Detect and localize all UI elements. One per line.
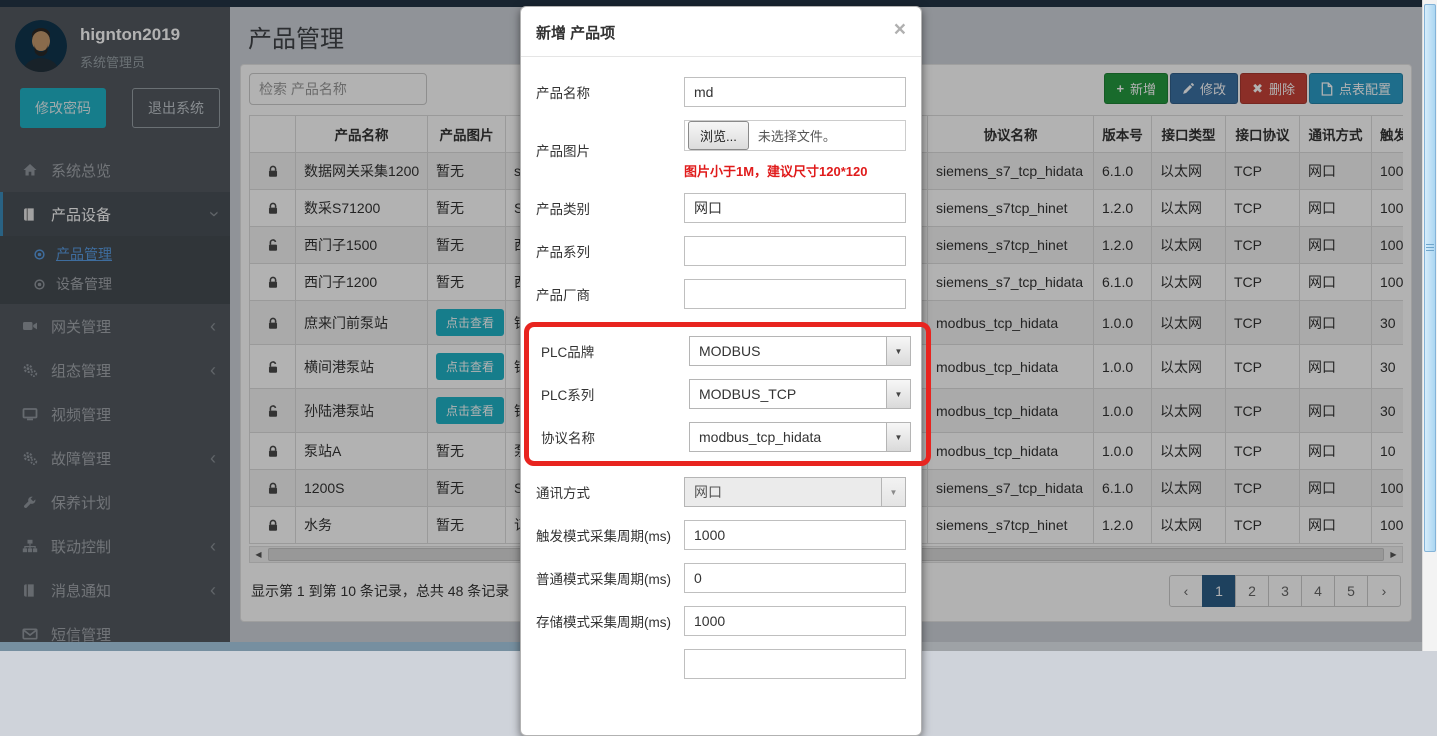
normal-period-label: 普通模式采集周期(ms)	[536, 568, 684, 588]
caret-down-icon[interactable]: ▼	[886, 337, 910, 365]
product-category-label: 产品类别	[536, 198, 684, 218]
file-input[interactable]: 浏览... 未选择文件。	[684, 120, 906, 151]
no-file-text: 未选择文件。	[758, 126, 836, 145]
storage-period-label: 存储模式采集周期(ms)	[536, 611, 684, 631]
trigger-period-field[interactable]	[684, 520, 906, 550]
next-field[interactable]	[684, 649, 906, 679]
product-category-field[interactable]	[684, 193, 906, 223]
vertical-scroll-thumb[interactable]	[1424, 4, 1436, 552]
plc-series-label: PLC系列	[541, 384, 689, 404]
product-name-label: 产品名称	[536, 82, 684, 102]
storage-period-field[interactable]	[684, 606, 906, 636]
modal-title: 新增 产品项	[536, 22, 615, 43]
product-vendor-field[interactable]	[684, 279, 906, 309]
highlight-annotation: PLC品牌 MODBUS ▼ PLC系列 MODBUS_TCP ▼ 协议名称 m…	[524, 322, 931, 466]
product-image-label: 产品图片	[536, 140, 684, 160]
vertical-scrollbar[interactable]	[1422, 0, 1437, 651]
caret-down-icon[interactable]: ▼	[886, 380, 910, 408]
product-series-label: 产品系列	[536, 241, 684, 261]
image-size-hint: 图片小于1M，建议尺寸120*120	[684, 161, 906, 180]
product-series-field[interactable]	[684, 236, 906, 266]
protocol-name-label: 协议名称	[541, 427, 689, 447]
scroll-grip-icon	[1426, 244, 1434, 253]
plc-series-select[interactable]: MODBUS_TCP ▼	[689, 379, 911, 409]
add-product-modal: 新增 产品项 × 产品名称 产品图片 浏览... 未选择文件。 图片小于1M，建…	[520, 6, 922, 736]
protocol-name-select[interactable]: modbus_tcp_hidata ▼	[689, 422, 911, 452]
product-name-field[interactable]	[684, 77, 906, 107]
caret-down-icon: ▼	[881, 478, 905, 506]
comm-mode-label: 通讯方式	[536, 482, 684, 502]
trigger-period-label: 触发模式采集周期(ms)	[536, 525, 684, 545]
caret-down-icon[interactable]: ▼	[886, 423, 910, 451]
comm-mode-select: 网口 ▼	[684, 477, 906, 507]
plc-brand-select[interactable]: MODBUS ▼	[689, 336, 911, 366]
product-vendor-label: 产品厂商	[536, 284, 684, 304]
normal-period-field[interactable]	[684, 563, 906, 593]
plc-brand-label: PLC品牌	[541, 341, 689, 361]
close-icon[interactable]: ×	[894, 22, 906, 37]
browse-button[interactable]: 浏览...	[688, 121, 749, 150]
